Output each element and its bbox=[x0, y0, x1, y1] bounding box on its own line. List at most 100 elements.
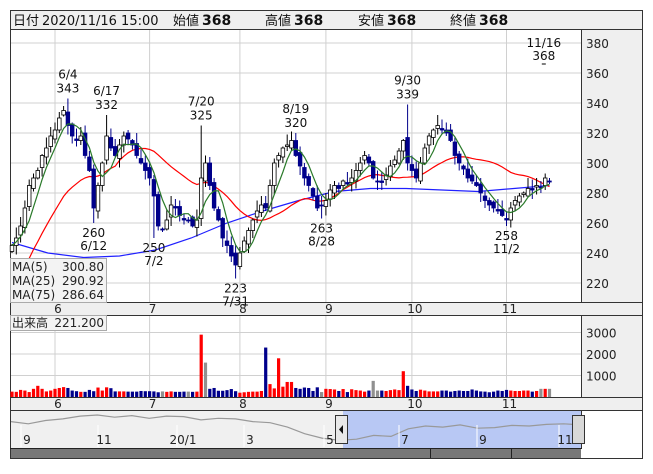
volume-bar bbox=[418, 389, 423, 397]
candle-down bbox=[233, 252, 238, 266]
volume-bar bbox=[208, 388, 212, 397]
candle-up bbox=[525, 188, 531, 197]
volume-bar bbox=[453, 390, 457, 397]
navigator-left-handle[interactable] bbox=[335, 415, 348, 444]
volume-bar bbox=[380, 390, 384, 397]
month-tick-label: 11 bbox=[502, 302, 517, 316]
candle-down bbox=[293, 140, 298, 156]
volume-tick-label: 2000 bbox=[586, 348, 617, 362]
volume-bar bbox=[139, 390, 143, 397]
volume-bar bbox=[148, 391, 152, 397]
volume-bar bbox=[427, 391, 431, 397]
volume-bar bbox=[294, 387, 298, 397]
volume-bar bbox=[298, 388, 302, 397]
high-annotation-date: 8/19 bbox=[282, 102, 309, 116]
volume-bar bbox=[526, 390, 530, 397]
candle-down bbox=[108, 137, 114, 149]
navigator-label: 7 bbox=[401, 433, 409, 447]
candle-down bbox=[345, 182, 350, 185]
candle-up bbox=[35, 170, 40, 179]
volume-bar bbox=[44, 391, 48, 397]
volume-bar bbox=[345, 392, 349, 397]
volume-bar bbox=[70, 390, 74, 397]
volume-bar bbox=[315, 387, 319, 397]
volume-bar bbox=[130, 391, 134, 397]
volume-bar bbox=[324, 388, 328, 397]
high-annotation-value: 320 bbox=[284, 116, 307, 130]
high-label: 高値 bbox=[265, 13, 291, 29]
candle-down bbox=[379, 180, 384, 183]
candle-down bbox=[125, 132, 131, 140]
volume-bar bbox=[221, 390, 225, 397]
volume-bar bbox=[328, 389, 332, 397]
candle-up bbox=[362, 155, 367, 161]
candle-up bbox=[259, 204, 264, 213]
candle-up bbox=[392, 159, 397, 165]
scrollbar-track[interactable] bbox=[11, 448, 581, 458]
volume-bar bbox=[264, 347, 268, 397]
last-annotation-value: 368 bbox=[532, 49, 555, 63]
low-annotation-value: 223 bbox=[224, 282, 247, 296]
candle-up bbox=[512, 200, 518, 206]
volume-bar bbox=[23, 390, 27, 397]
volume-bar bbox=[461, 390, 466, 397]
volume-bar bbox=[289, 381, 294, 397]
volume-bar bbox=[543, 388, 547, 397]
candle-up bbox=[272, 162, 277, 186]
candle-down bbox=[211, 182, 217, 209]
ohlc-header: 日付 2020/11/16 15:00 始値 368 高値 368 安値 368… bbox=[10, 11, 643, 30]
volume-bar bbox=[337, 390, 341, 397]
candle-down bbox=[74, 138, 79, 141]
navigator-right-handle[interactable] bbox=[572, 415, 585, 444]
volume-legend: 出来高 221.200 bbox=[10, 315, 107, 331]
candle-down bbox=[405, 137, 410, 164]
volume-bar bbox=[216, 390, 220, 397]
candle-down bbox=[160, 228, 165, 231]
candle-down bbox=[220, 218, 225, 239]
ma5-legend-label: MA(5) bbox=[12, 260, 48, 274]
price-tick-label: 360 bbox=[586, 67, 609, 81]
volume-bar bbox=[87, 389, 91, 397]
candle-down bbox=[310, 188, 316, 197]
volume-tick-label: 1000 bbox=[586, 370, 617, 384]
volume-bar bbox=[358, 390, 362, 397]
volume-bar bbox=[530, 391, 534, 397]
volume-bar bbox=[191, 391, 195, 397]
navigator-label: 5 bbox=[326, 433, 334, 447]
price-tick-label: 300 bbox=[586, 157, 609, 171]
navigator-selected-range[interactable] bbox=[343, 411, 581, 448]
candle-up bbox=[26, 185, 32, 207]
price-tick-label: 380 bbox=[586, 37, 609, 51]
volume-bar bbox=[492, 391, 496, 397]
price-tick-label: 280 bbox=[586, 187, 609, 201]
volume-bar bbox=[225, 390, 229, 397]
volume-bar bbox=[31, 388, 36, 397]
volume-bar bbox=[277, 358, 281, 397]
candle-down bbox=[452, 141, 458, 156]
volume-bar bbox=[246, 391, 251, 397]
volume-bar bbox=[371, 380, 375, 397]
candle-down bbox=[306, 176, 311, 186]
candle-up bbox=[52, 129, 58, 140]
candle-up bbox=[104, 135, 109, 161]
candle-up bbox=[241, 240, 247, 252]
candle-up bbox=[289, 140, 294, 149]
candle-down bbox=[91, 168, 96, 209]
volume-bar bbox=[14, 391, 18, 397]
volume-bar bbox=[496, 390, 500, 397]
volume-bar bbox=[479, 391, 483, 397]
volume-bar bbox=[470, 389, 474, 397]
candle-up bbox=[203, 162, 208, 182]
range-navigator[interactable]: 9 11 20/1 3 5 7 9 11 bbox=[10, 411, 585, 458]
candle-down bbox=[155, 194, 161, 227]
candle-down bbox=[370, 161, 376, 179]
candle-down bbox=[143, 162, 148, 171]
price-tick-label: 240 bbox=[586, 247, 609, 261]
candle-down bbox=[181, 218, 187, 221]
volume-bar bbox=[229, 389, 233, 397]
volume-bar bbox=[457, 390, 461, 397]
volume-tick-label: 3000 bbox=[586, 327, 617, 341]
candle-up bbox=[31, 177, 36, 189]
volume-bar bbox=[10, 391, 14, 397]
month-tick-label: 7 bbox=[149, 302, 157, 316]
